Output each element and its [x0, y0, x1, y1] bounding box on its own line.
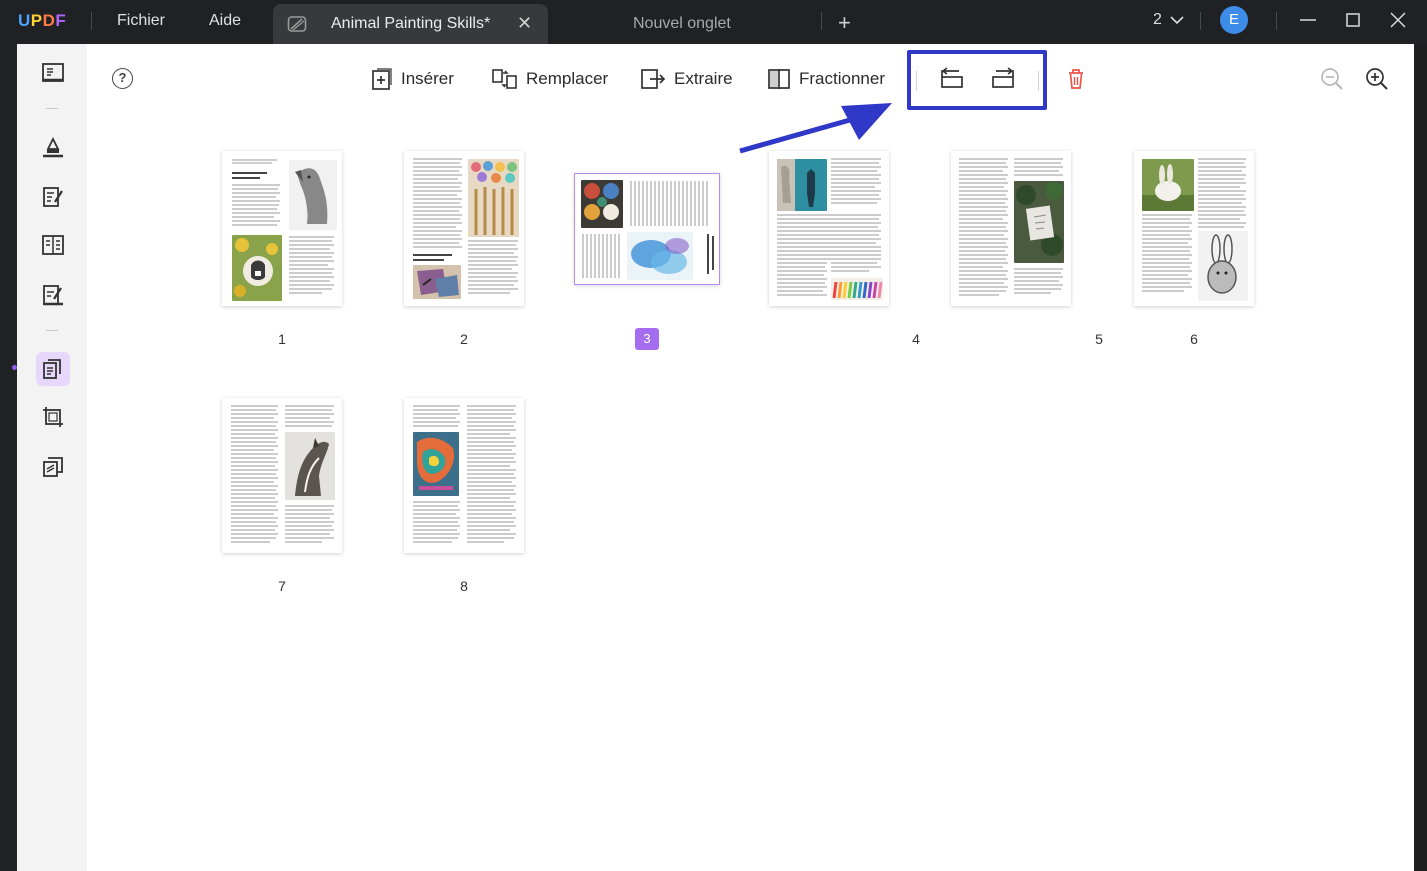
window-count-value: 2	[1153, 11, 1162, 28]
rotate-buttons-highlight	[907, 50, 1047, 110]
left-sidebar	[17, 44, 87, 871]
sidebar-edit-button[interactable]	[36, 180, 70, 214]
painting-table-image	[413, 265, 461, 299]
replace-page-icon	[492, 69, 517, 89]
help-icon[interactable]: ?	[112, 68, 133, 89]
page-thumbnail[interactable]	[222, 398, 342, 553]
dog-sketch-image	[289, 160, 337, 230]
zoom-in-icon[interactable]	[1362, 64, 1392, 94]
page-number: 5	[1095, 331, 1103, 347]
edit-pdf-icon	[43, 187, 63, 207]
split-page-icon	[768, 69, 790, 89]
tab-new[interactable]: Nouvel onglet	[633, 15, 731, 33]
insert-button[interactable]: Insérer	[371, 66, 454, 92]
title-bar: UPDF Fichier Aide Animal Painting Skills…	[0, 0, 1427, 44]
sidebar-sign-button[interactable]	[36, 278, 70, 312]
page-thumbnail-selected[interactable]	[574, 173, 720, 285]
colored-pencils-image	[831, 278, 883, 300]
organize-pages-panel: ? Insérer Remplacer Extraire Fractionner	[87, 44, 1414, 871]
updf-logo[interactable]: UPDF	[18, 11, 66, 31]
highlighter-icon	[43, 136, 63, 158]
fill-sign-icon	[43, 285, 63, 306]
tab-document[interactable]: Animal Painting Skills* ✕	[273, 4, 548, 44]
split-label: Fractionner	[799, 69, 885, 88]
page-number: 6	[1190, 331, 1198, 347]
menu-aide[interactable]: Aide	[209, 12, 241, 30]
replace-button[interactable]: Remplacer	[492, 66, 608, 92]
trash-icon[interactable]	[1061, 64, 1091, 94]
statue-painting-image	[777, 159, 827, 211]
page-thumbnail[interactable]	[404, 398, 524, 553]
page-text-lines	[582, 181, 714, 278]
extract-button[interactable]: Extraire	[640, 66, 733, 92]
window-count-dropdown[interactable]: 2	[1153, 11, 1184, 29]
window-edge	[1414, 44, 1427, 871]
chevron-down-icon	[1170, 16, 1184, 24]
organize-pages-icon	[43, 359, 61, 379]
title-separator	[821, 12, 822, 30]
document-tab-icon	[287, 16, 307, 32]
leaves-sketch-image	[1014, 181, 1064, 263]
close-window-icon[interactable]	[1385, 8, 1411, 32]
split-button[interactable]: Fractionner	[767, 66, 885, 92]
sidebar-form-button[interactable]	[36, 228, 70, 262]
avatar[interactable]: E	[1220, 6, 1248, 34]
layers-icon	[43, 457, 63, 477]
rabbit-photo-image	[1142, 159, 1194, 211]
rabbit-sketch-image	[1198, 231, 1248, 301]
sidebar-organize-pages-button[interactable]	[36, 352, 70, 386]
sidebar-reader-button[interactable]	[36, 56, 70, 90]
extract-label: Extraire	[674, 69, 733, 88]
app-window: UPDF Fichier Aide Animal Painting Skills…	[0, 0, 1427, 871]
page-number-selected: 3	[635, 328, 659, 350]
page-thumbnail[interactable]	[1134, 151, 1254, 306]
zoom-out-icon[interactable]	[1317, 64, 1347, 94]
tab-document-label: Animal Painting Skills*	[331, 15, 491, 32]
sidebar-protect-button[interactable]	[36, 450, 70, 484]
menu-fichier[interactable]: Fichier	[117, 12, 165, 30]
form-icon	[42, 235, 64, 255]
extract-page-icon	[641, 69, 666, 89]
replace-label: Remplacer	[526, 69, 609, 88]
paintbrushes-image	[468, 159, 519, 237]
toolbar-separator	[1038, 71, 1039, 91]
page-thumbnail[interactable]	[222, 151, 342, 306]
close-icon[interactable]: ✕	[517, 13, 532, 34]
minimize-icon[interactable]	[1295, 8, 1321, 32]
sidebar-crop-button[interactable]	[36, 400, 70, 434]
page-number: 8	[460, 578, 468, 594]
colorful-painting-image	[413, 432, 459, 496]
page-thumbnail[interactable]	[769, 151, 889, 306]
insert-label: Insérer	[401, 69, 454, 88]
page-thumbnail[interactable]	[951, 151, 1071, 306]
new-tab-plus-icon[interactable]: +	[838, 10, 851, 36]
sidebar-comment-button[interactable]	[36, 130, 70, 164]
page-number: 1	[278, 331, 286, 347]
page-number: 7	[278, 578, 286, 594]
reader-icon	[42, 63, 64, 82]
page-thumbnail[interactable]	[404, 151, 524, 306]
page-number: 2	[460, 331, 468, 347]
active-indicator-dot	[12, 365, 17, 370]
title-separator	[1276, 12, 1277, 30]
page-number: 4	[912, 331, 920, 347]
title-separator	[1200, 12, 1201, 30]
sidebar-divider	[46, 108, 58, 109]
crop-icon	[43, 407, 63, 427]
title-separator	[91, 12, 92, 30]
horse-sketch-image	[285, 432, 335, 500]
dog-painting-image	[232, 235, 282, 301]
sidebar-divider	[46, 330, 58, 331]
insert-page-icon	[372, 68, 392, 90]
maximize-icon[interactable]	[1340, 8, 1366, 32]
